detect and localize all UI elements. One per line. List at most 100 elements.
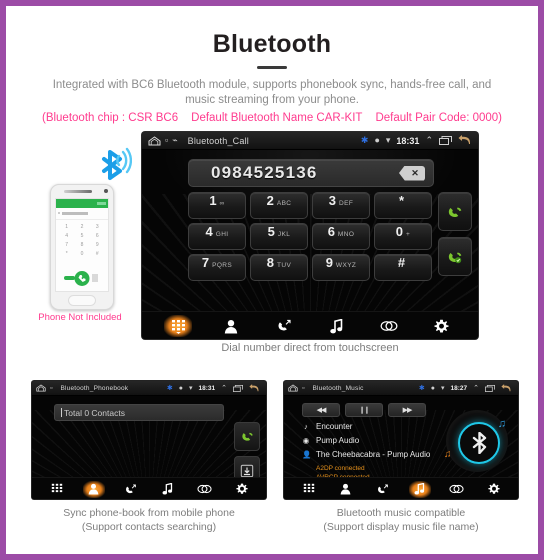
nav-settings[interactable] — [483, 481, 505, 498]
key-7[interactable]: 7 PQRS — [188, 254, 246, 281]
spec-pair-code: Default Pair Code: 0000) — [375, 112, 503, 124]
key-star[interactable]: * — [374, 192, 432, 219]
phone-key: 9 — [95, 242, 99, 248]
back-arrow-icon[interactable] — [501, 383, 512, 393]
nav-keypad[interactable] — [46, 481, 68, 498]
nav-call-history[interactable] — [372, 481, 394, 498]
key-letters: JKL — [277, 231, 291, 238]
phone-home-button — [68, 295, 96, 306]
back-arrow-icon[interactable] — [249, 383, 260, 393]
dialer-title: Bluetooth_Call — [187, 135, 249, 146]
prev-track-button[interactable]: ◀◀ — [302, 403, 340, 417]
phonebook-caption-line2: (Support contacts searching) — [81, 521, 217, 533]
key-8[interactable]: 8 TUV — [250, 254, 308, 281]
bottom-panels: ▫ Bluetooth_Phonebook ✱ ● ▾ 18:31 ⌃ Tota… — [6, 381, 538, 556]
nav-contacts[interactable] — [217, 315, 245, 337]
pause-button[interactable]: ❙❙ — [345, 403, 383, 417]
nav-contacts[interactable] — [82, 480, 105, 498]
nav-pair[interactable] — [375, 315, 403, 337]
phonebook-panel: ▫ Bluetooth_Phonebook ✱ ● ▾ 18:31 ⌃ Tota… — [32, 381, 266, 534]
nav-keypad[interactable] — [298, 481, 320, 498]
key-hash[interactable]: # — [374, 254, 432, 281]
key-0[interactable]: 0 + — [374, 223, 432, 250]
link-icon — [197, 484, 212, 494]
music-screen[interactable]: ▫ Bluetooth_Music ✱ ● ▾ 18:27 ⌃ ◀◀ ❙❙ ▶▶… — [284, 381, 518, 499]
nav-contacts[interactable] — [335, 481, 357, 498]
contacts-icon — [88, 483, 99, 495]
contacts-icon — [224, 319, 238, 333]
nav-pair[interactable] — [446, 481, 468, 498]
nav-pair[interactable] — [194, 481, 216, 498]
music-transport-controls[interactable]: ◀◀ ❙❙ ▶▶ — [302, 403, 426, 417]
music-metadata: ♪ Encounter ◉ Pump Audio 👤 The Cheebacab… — [302, 422, 452, 482]
key-letters: ABC — [276, 200, 292, 207]
phone-camera — [104, 189, 108, 193]
next-track-button[interactable]: ▶▶ — [388, 403, 426, 417]
nav-call-history[interactable] — [270, 315, 298, 337]
recent-apps-icon[interactable] — [485, 384, 495, 392]
nav-settings[interactable] — [231, 481, 253, 498]
key-letters: WXYZ — [335, 262, 357, 269]
music-title: Bluetooth_Music — [312, 384, 364, 392]
key-6[interactable]: 6 MNO — [312, 223, 370, 250]
contacts-search-input[interactable]: Total 0 Contacts — [54, 404, 224, 421]
dialer-screen[interactable]: ▫ ⌁ Bluetooth_Call ✱ ● ▾ 18:31 ⌃ 0984525… — [142, 132, 478, 339]
dialer-navbar[interactable] — [142, 311, 478, 339]
recent-apps-icon[interactable] — [233, 384, 243, 392]
album-name: Pump Audio — [316, 436, 360, 445]
back-arrow-icon[interactable] — [458, 135, 472, 146]
bluetooth-icon: ✱ — [418, 384, 425, 392]
phone-add-button — [64, 276, 75, 280]
home-icon[interactable] — [36, 384, 46, 392]
dialer-keypad[interactable]: 1 ∞ 2 ABC 3 DEF * 4 GHI 5 JKL 6 MNO 0 + … — [188, 192, 432, 281]
music-navbar[interactable] — [284, 477, 518, 499]
phonebook-screen[interactable]: ▫ Bluetooth_Phonebook ✱ ● ▾ 18:31 ⌃ Tota… — [32, 381, 266, 499]
nav-music[interactable] — [322, 315, 350, 337]
call-buttons-column[interactable] — [438, 192, 472, 282]
bluetooth-feature-page: Bluetooth Integrated with BC6 Bluetooth … — [0, 0, 544, 560]
chevron-up-icon[interactable]: ⌃ — [221, 385, 227, 392]
phone-key: 8 — [80, 242, 84, 248]
status-dot-icon: ● — [178, 384, 183, 392]
key-letters: TUV — [277, 262, 292, 269]
usb-icon: ⌁ — [172, 135, 178, 145]
chevron-up-icon[interactable]: ⌃ — [425, 136, 433, 145]
contacts-icon — [340, 483, 351, 495]
dialed-number-display[interactable]: 0984525136 ✕ — [188, 159, 434, 187]
status-time: 18:27 — [450, 384, 468, 392]
nav-music[interactable] — [157, 481, 179, 498]
phonebook-call-button[interactable] — [234, 422, 260, 451]
nav-settings[interactable] — [428, 315, 456, 337]
key-1[interactable]: 1 ∞ — [188, 192, 246, 219]
status-time: 18:31 — [198, 384, 216, 392]
phonebook-navbar[interactable] — [32, 477, 266, 499]
nav-music[interactable] — [408, 480, 431, 498]
chevron-up-icon[interactable]: ⌃ — [473, 385, 479, 392]
keypad-icon — [51, 483, 62, 493]
phone-earpiece — [64, 190, 92, 193]
key-9[interactable]: 9 WXYZ — [312, 254, 370, 281]
key-letters: ∞ — [219, 200, 225, 207]
key-2[interactable]: 2 ABC — [250, 192, 308, 219]
track-icon: ♪ — [304, 422, 308, 431]
home-icon[interactable] — [288, 384, 298, 392]
phone-key: 7 — [65, 242, 69, 248]
key-4[interactable]: 4 GHI — [188, 223, 246, 250]
sd-card-icon: ▫ — [165, 135, 169, 145]
nav-keypad[interactable] — [164, 315, 193, 337]
recent-apps-icon[interactable] — [439, 136, 452, 145]
backspace-icon[interactable]: ✕ — [399, 165, 425, 181]
nav-call-history[interactable] — [120, 481, 142, 498]
music-note-blue-icon: ♫ — [497, 418, 506, 430]
key-3[interactable]: 3 DEF — [312, 192, 370, 219]
answer-call-button[interactable] — [438, 237, 472, 276]
phone-illustration: 1 2 3 4 5 6 7 8 9 * 0 # Phone Not Includ… — [24, 144, 136, 339]
home-icon[interactable] — [148, 135, 161, 146]
dialer-body: 0984525136 ✕ 1 ∞ 2 ABC 3 DEF * 4 GHI 5 J… — [142, 150, 478, 339]
key-5[interactable]: 5 JKL — [250, 223, 308, 250]
dial-call-button[interactable] — [438, 192, 472, 231]
phone-key: # — [95, 251, 99, 257]
phone-screen: 1 2 3 4 5 6 7 8 9 * 0 # — [55, 198, 109, 292]
bluetooth-icon: ✱ — [360, 135, 369, 145]
music-note-orange-icon: ♫ — [444, 449, 452, 460]
